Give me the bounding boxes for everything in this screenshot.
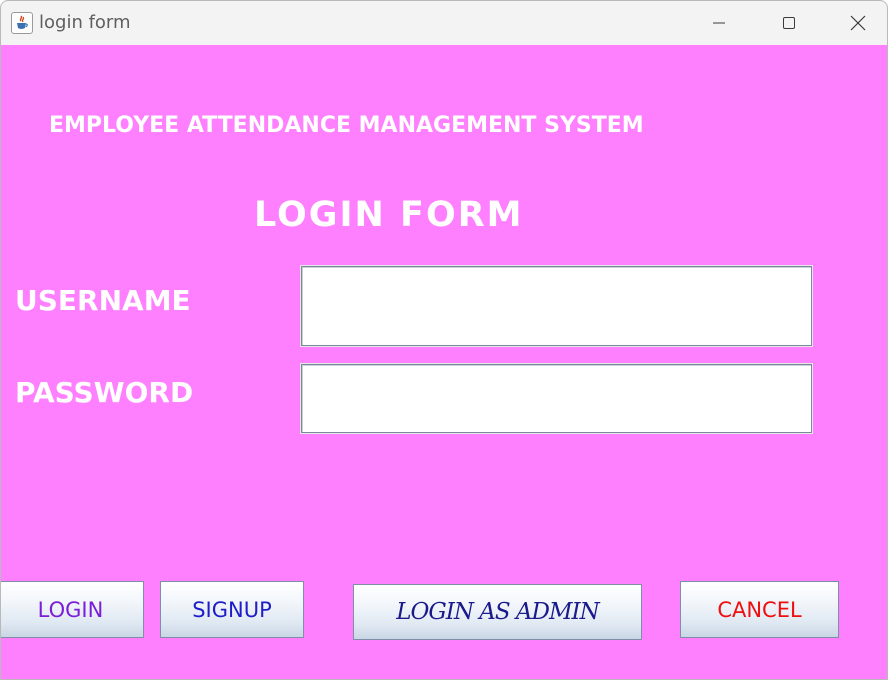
signup-button[interactable]: SIGNUP xyxy=(160,581,304,638)
login-as-admin-button[interactable]: LOGIN AS ADMIN xyxy=(353,584,642,640)
password-field[interactable] xyxy=(300,363,813,434)
form-panel: EMPLOYEE ATTENDANCE MANAGEMENT SYSTEM LO… xyxy=(1,45,887,679)
minimize-icon xyxy=(713,22,725,24)
username-input[interactable] xyxy=(302,267,811,345)
password-input[interactable] xyxy=(302,365,811,432)
username-field[interactable] xyxy=(300,265,813,347)
window-title: login form xyxy=(39,12,131,33)
maximize-button[interactable] xyxy=(754,1,824,45)
form-title: LOGIN FORM xyxy=(254,195,524,235)
login-button[interactable]: LOGIN xyxy=(1,581,144,638)
close-icon xyxy=(850,15,866,31)
maximize-icon xyxy=(783,17,795,29)
password-label: PASSWORD xyxy=(15,376,194,409)
login-window: login form EMPLOYEE ATTENDANCE MANAGEMEN… xyxy=(0,0,888,680)
java-cup-icon xyxy=(11,12,33,34)
system-title: EMPLOYEE ATTENDANCE MANAGEMENT SYSTEM xyxy=(49,113,644,138)
close-button[interactable] xyxy=(823,1,887,45)
username-label: USERNAME xyxy=(15,284,191,317)
minimize-button[interactable] xyxy=(684,1,754,45)
title-bar[interactable]: login form xyxy=(1,1,887,45)
cancel-button[interactable]: CANCEL xyxy=(680,581,839,638)
